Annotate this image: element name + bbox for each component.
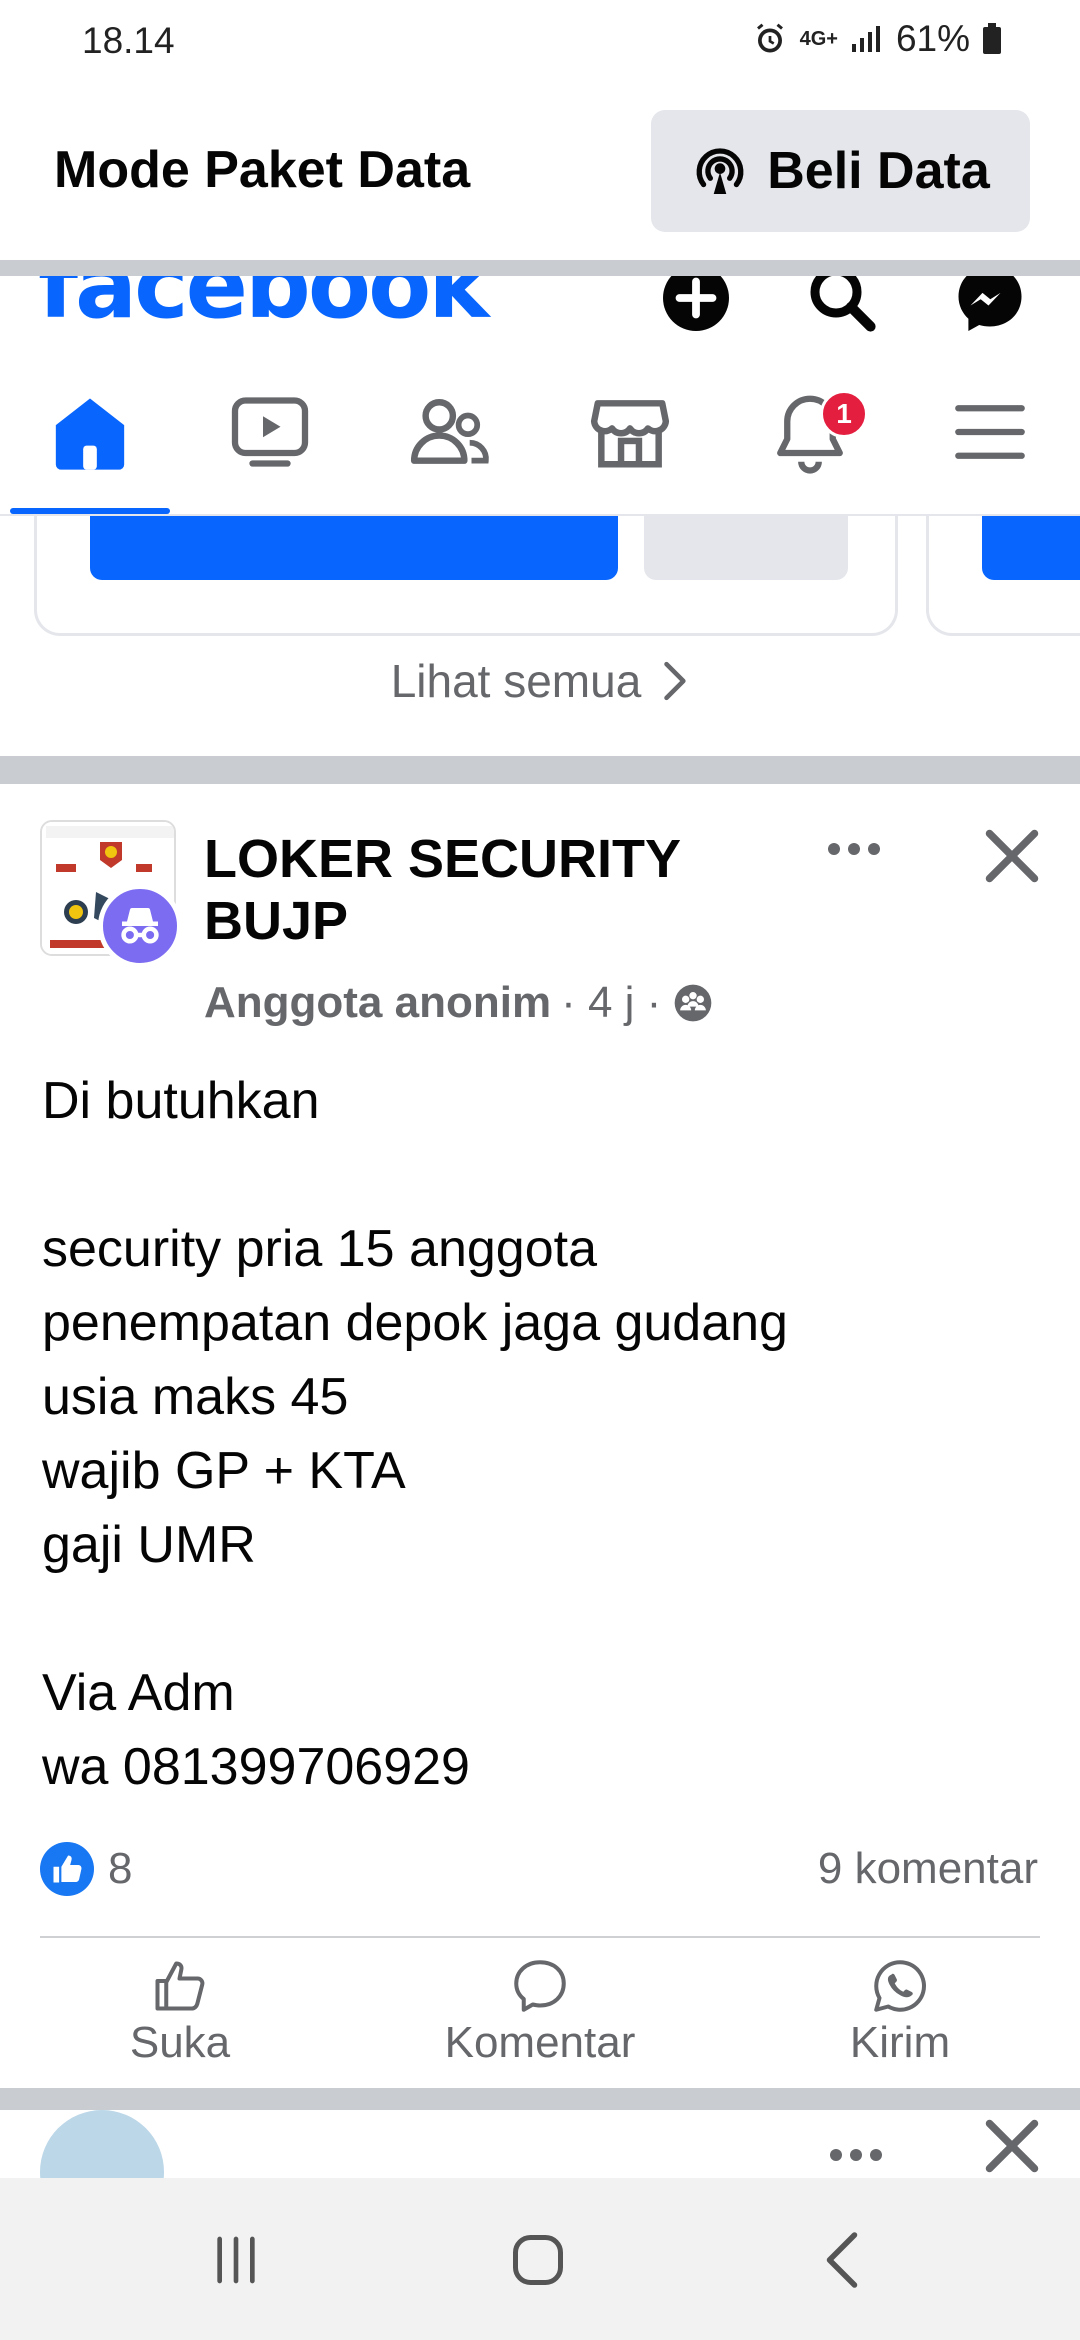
facebook-logo[interactable]: facebook [38,276,489,339]
recent-apps-button[interactable] [196,2222,276,2298]
join-button[interactable] [982,516,1080,580]
send-button[interactable]: Kirim [770,1956,1030,2068]
divider [0,2088,1080,2110]
search-icon[interactable] [806,276,878,334]
messenger-icon[interactable] [954,276,1026,334]
comment-count[interactable]: 9 komentar [818,1844,1038,1894]
comment-button[interactable]: Komentar [410,1956,670,2068]
data-mode-title: Mode Paket Data [54,141,471,199]
home-icon [55,398,125,470]
tab-home[interactable] [40,382,140,482]
group-name[interactable]: LOKER SECURITY BUJP [204,828,764,952]
friends-icon [410,399,489,464]
back-button[interactable] [802,2222,882,2298]
tab-watch[interactable] [220,382,320,482]
comment-label: Komentar [444,2018,636,2067]
group-privacy-icon [674,984,712,1022]
suggestions-section: Lihat semua [0,516,1080,756]
battery-icon [983,23,1001,54]
reaction-summary[interactable]: 8 [40,1842,132,1896]
active-tab-indicator [10,508,170,514]
tab-menu[interactable] [940,382,1040,482]
comment-icon [514,1960,566,2012]
like-button[interactable]: Suka [50,1956,310,2068]
reaction-count: 8 [108,1844,133,1893]
join-button[interactable] [90,516,618,580]
buy-data-label: Beli Data [767,142,990,200]
thumbs-up-icon [155,1961,205,2011]
dismiss-button[interactable] [644,516,848,580]
battery-percent: 61% [895,18,970,59]
author-name[interactable]: Anggota anonim [204,978,551,1028]
divider [0,260,1080,276]
send-label: Kirim [849,2018,951,2067]
like-label: Suka [129,2018,231,2067]
system-navigation-bar [0,2178,1080,2340]
signal-icon [851,26,880,52]
chevron-right-icon [664,661,686,701]
like-reaction-icon [40,1842,94,1896]
data-mode-bar: Mode Paket Data Beli Data [0,84,1080,260]
see-all-link[interactable]: Lihat semua [0,654,1080,708]
status-icons: 4G+ 61% [752,18,1002,60]
close-icon[interactable] [982,826,1042,886]
menu-icon [955,405,1025,459]
post-body: Di butuhkan security pria 15 anggota pen… [42,1072,788,1796]
feed-post: LOKER SECURITY BUJP Anggota anonim · 4 j… [0,784,1080,2088]
recent-apps-icon [217,2236,255,2284]
whatsapp-icon [874,1960,926,2012]
incognito-icon [121,908,159,944]
more-options-icon[interactable] [824,834,884,864]
see-all-label: Lihat semua [390,655,642,707]
alarm-icon [756,23,783,53]
next-feed-post [0,2110,1080,2178]
home-button-icon [513,2235,563,2285]
close-icon[interactable] [982,2116,1042,2176]
broadcast-icon [696,148,744,194]
divider [0,756,1080,784]
status-bar: 18.14 4G+ 61% [0,0,1080,84]
buy-data-button[interactable]: Beli Data [651,110,1030,232]
tab-bar: 1 [0,342,1080,516]
status-time: 18.14 [82,20,175,61]
tab-marketplace[interactable] [580,382,680,482]
home-button[interactable] [498,2222,578,2298]
more-options-icon[interactable] [826,2140,886,2170]
network-label: 4G+ [799,28,838,50]
create-post-icon[interactable] [660,276,732,334]
avatar[interactable] [40,2110,164,2178]
divider [40,1936,1040,1938]
back-icon [826,2232,858,2288]
app-header: facebook [0,276,1080,342]
store-icon [590,400,670,468]
tab-friends[interactable] [400,382,500,482]
video-icon [231,397,309,467]
notification-badge: 1 [820,390,868,438]
post-time: · 4 j · [561,978,662,1027]
anonymous-badge [98,884,182,968]
post-meta: Anggota anonim · 4 j · [204,978,715,1028]
